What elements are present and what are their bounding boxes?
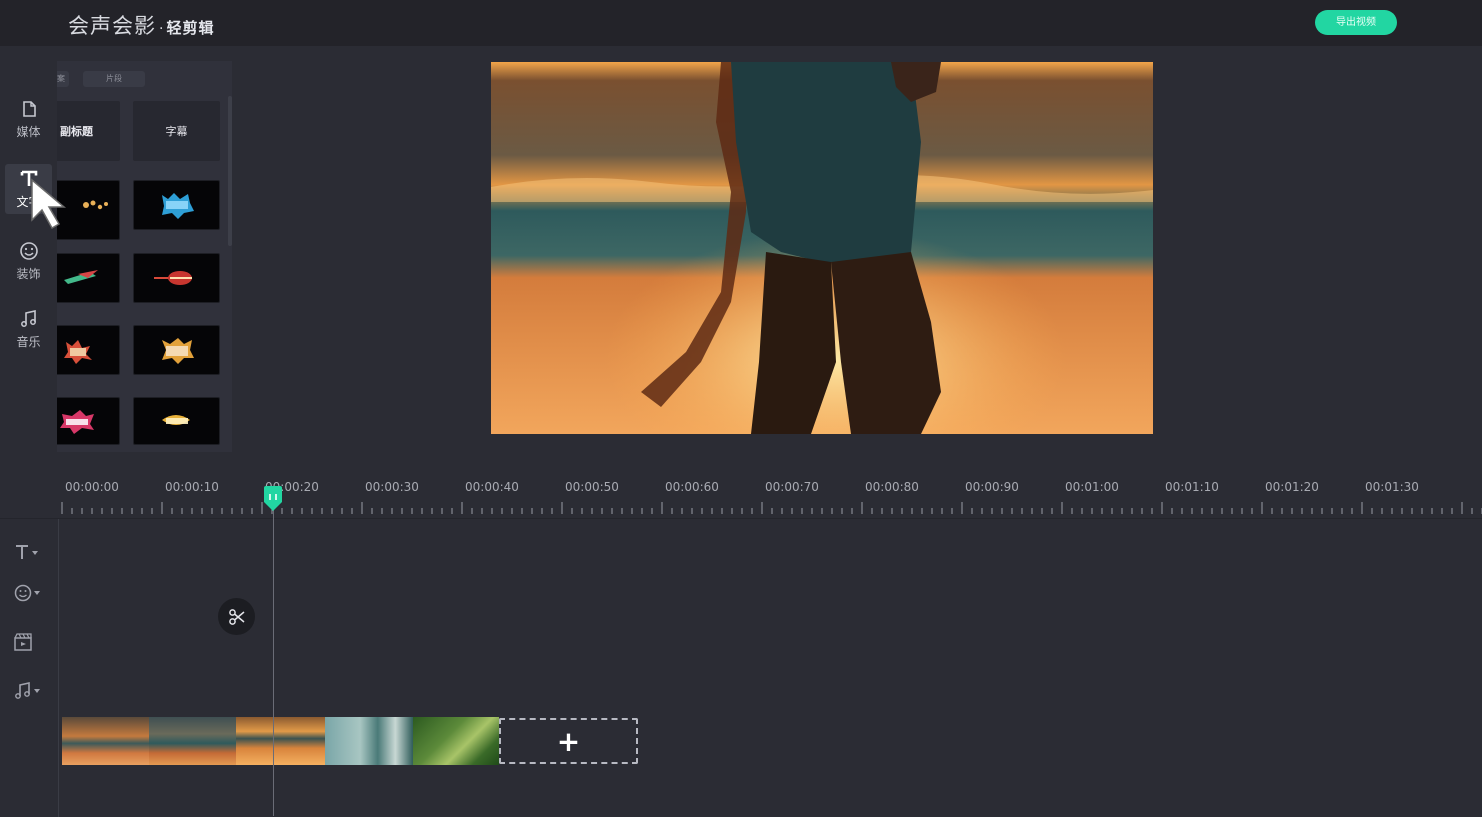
music-note-icon (19, 308, 39, 330)
music-track-icon[interactable] (14, 681, 44, 701)
text-track-icon[interactable] (14, 543, 44, 563)
nav-item-label: 媒体 (16, 125, 41, 139)
app-logo: 会声会影 · 轻剪辑 (68, 10, 215, 38)
tick-label: 00:00:70 (765, 480, 819, 494)
video-preview[interactable] (491, 62, 1153, 434)
effect-thumbnail-icon (162, 415, 190, 425)
tick-label: 00:00:30 (365, 480, 419, 494)
video-clip-thumbnail[interactable] (149, 717, 236, 765)
panel-scrollbar[interactable] (228, 96, 232, 246)
track-sidebar (0, 519, 59, 817)
tick-label: 00:00:60 (665, 480, 719, 494)
sticker-track-icon[interactable] (14, 583, 44, 603)
text-effect-tile[interactable] (57, 325, 120, 375)
effect-thumbnail-icon (154, 271, 192, 285)
file-icon (20, 98, 38, 120)
text-effect-tile[interactable] (57, 253, 120, 303)
text-effect-tile[interactable] (133, 253, 220, 303)
tile-label: 副标题 (60, 125, 93, 138)
timeline: 00:00:00 00:00:10 00:00:20 00:00:30 00:0… (0, 452, 1482, 817)
playhead-line (273, 498, 274, 816)
effect-thumbnail-icon (162, 193, 194, 219)
nav-item-decoration[interactable]: 装饰 (5, 236, 52, 286)
tracks-area: + (0, 518, 1482, 817)
tick-label: 00:00:50 (565, 480, 619, 494)
video-clip-thumbnail[interactable] (325, 717, 413, 765)
logo-product-name: 轻剪辑 (166, 19, 215, 37)
nav-item-media[interactable]: 媒体 (5, 94, 52, 144)
tick-label: 00:00:40 (465, 480, 519, 494)
effect-thumbnail-icon (60, 410, 94, 434)
tick-label: 00:00:10 (165, 480, 219, 494)
nav-item-label: 音乐 (16, 335, 41, 349)
text-style-tile[interactable]: 副标题 (57, 101, 120, 161)
text-asset-panel: 案 片段 副标题 字幕 (57, 61, 232, 452)
export-video-button[interactable]: 导出视频 (1315, 10, 1397, 35)
tile-label: 字幕 (165, 125, 188, 138)
logo-brand: 会声会影 (68, 14, 156, 38)
tick-label: 00:01:00 (1065, 480, 1119, 494)
text-effect-tile[interactable] (133, 397, 220, 445)
video-clip-thumbnail[interactable] (413, 717, 499, 765)
logo-separator: · (159, 21, 164, 37)
tick-label: 00:00:90 (965, 480, 1019, 494)
text-effect-tile[interactable] (57, 397, 120, 445)
mouse-cursor-icon (31, 178, 67, 230)
preview-frame-image (491, 62, 1153, 434)
panel-tab-1[interactable]: 案 (57, 71, 69, 87)
panel-tab-clips[interactable]: 片段 (83, 71, 145, 87)
effect-thumbnail-icon (64, 270, 98, 284)
tick-label: 00:01:30 (1365, 480, 1419, 494)
left-nav: 媒体 文字 装饰 音乐 (0, 46, 57, 452)
tick-label: 00:00:80 (865, 480, 919, 494)
video-track-icon[interactable] (14, 633, 44, 653)
add-clip-button[interactable]: + (499, 718, 638, 764)
playhead-handle[interactable] (262, 486, 284, 512)
effect-thumbnail-icon (162, 338, 194, 364)
text-style-tile[interactable]: 字幕 (133, 101, 220, 161)
top-bar: 会声会影 · 轻剪辑 导出视频 (0, 0, 1482, 46)
tick-label: 00:01:20 (1265, 480, 1319, 494)
split-clip-button[interactable] (218, 598, 255, 635)
time-ruler[interactable]: 00:00:00 00:00:10 00:00:20 00:00:30 00:0… (0, 452, 1482, 518)
nav-item-music[interactable]: 音乐 (5, 304, 52, 354)
text-effect-tile[interactable] (133, 180, 220, 230)
video-clip-thumbnail[interactable] (62, 717, 149, 765)
video-clip-thumbnail[interactable] (236, 717, 325, 765)
smiley-icon (19, 240, 39, 262)
text-effect-tile[interactable] (133, 325, 220, 375)
video-track-clips (62, 717, 499, 765)
scissors-icon (228, 608, 244, 625)
tick-label: 00:01:10 (1165, 480, 1219, 494)
nav-item-label: 装饰 (16, 267, 41, 281)
effect-thumbnail-icon (64, 340, 92, 364)
tick-label: 00:00:00 (65, 480, 119, 494)
